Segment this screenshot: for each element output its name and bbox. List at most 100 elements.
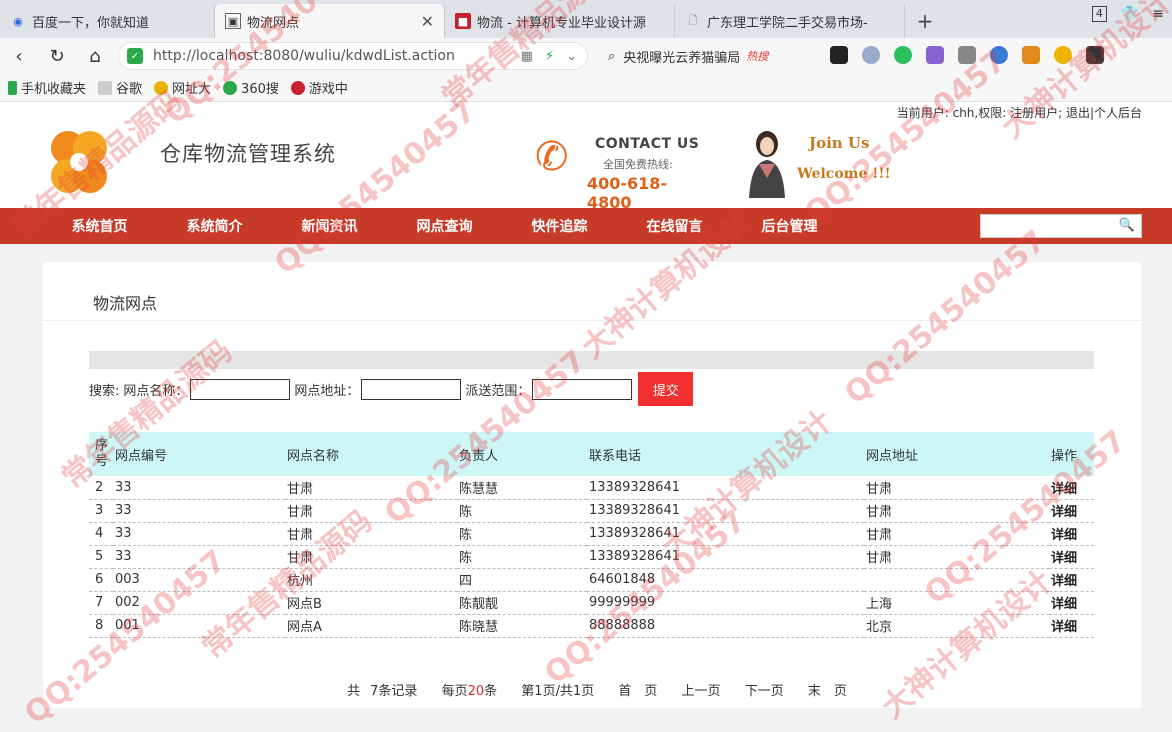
next-page-link[interactable]: 下一页: [745, 684, 784, 699]
search-box[interactable]: ⌕ 央视曝光云养猫骗局 热搜: [598, 42, 810, 70]
bookmark-game[interactable]: 游戏中: [290, 78, 348, 97]
cell-manager: 陈慧慧: [457, 476, 587, 500]
bookmark-label: 网址大: [172, 82, 212, 97]
qr-icon[interactable]: ▦: [521, 49, 533, 64]
game-icon[interactable]: [1022, 46, 1040, 64]
outlet-table: 序号 网点编号 网点名称 负责人 联系电话 网点地址 操作 2 33 甘肃 陈慧慧 13…: [89, 432, 1094, 638]
bookmark-google[interactable]: 谷歌: [98, 78, 142, 97]
join-us-banner: Join Us Welcome !!!: [745, 128, 895, 198]
detail-link[interactable]: 详细: [1051, 620, 1077, 635]
360-icon: [223, 80, 238, 95]
cell-manager: 陈: [457, 499, 587, 523]
search-icon[interactable]: 🔍: [1119, 218, 1135, 233]
bookmark-360[interactable]: 360搜: [223, 78, 279, 97]
bookmark-wangzhi[interactable]: 网址大: [154, 78, 211, 97]
first-page-link[interactable]: 首 页: [618, 684, 657, 699]
cell-phone: 88888888: [587, 614, 864, 638]
nav-admin[interactable]: 后台管理: [732, 216, 847, 236]
delivery-range-input[interactable]: [532, 378, 633, 400]
outlet-name-input[interactable]: [190, 378, 291, 400]
cell-phone: 13389328641: [587, 476, 864, 500]
cell-outlet-id: 002: [113, 591, 285, 615]
scissors-icon[interactable]: [958, 46, 976, 64]
prev-page-link[interactable]: 上一页: [682, 684, 721, 699]
back-icon[interactable]: ‹: [0, 38, 38, 74]
table-row: 6 003 杭州四 64601848 详细: [89, 568, 1094, 592]
search-icon[interactable]: [990, 46, 1008, 64]
cell-phone: 99999999: [587, 591, 864, 615]
detail-link[interactable]: 详细: [1051, 597, 1077, 612]
new-tab-button[interactable]: +: [905, 4, 945, 38]
cell-outlet-id: 33: [113, 522, 285, 546]
main-nav: 系统首页 系统简介 新闻资讯 网点查询 快件追踪 在线留言 后台管理 🔍: [0, 208, 1172, 244]
tab-baidu[interactable]: ◉ 百度一下，你就知道: [0, 4, 215, 38]
nav-outlet-query[interactable]: 网点查询: [387, 216, 502, 236]
col-action: 操作: [1049, 432, 1094, 476]
site-icon: ■: [455, 13, 471, 29]
phone-icon: ✆: [535, 134, 569, 180]
detail-link[interactable]: 详细: [1051, 528, 1077, 543]
home-icon[interactable]: ⌂: [76, 38, 114, 74]
grid-icon[interactable]: [1086, 46, 1104, 64]
extension-icon[interactable]: [830, 46, 848, 64]
game-icon: [290, 80, 305, 95]
shirt-icon[interactable]: 👕: [1121, 6, 1138, 22]
last-page-link[interactable]: 末 页: [808, 684, 847, 699]
tab-wuliu-wangdian[interactable]: ▣ 物流网点 ✕: [215, 4, 445, 38]
nav-home[interactable]: 系统首页: [42, 216, 157, 236]
coin-icon[interactable]: [1054, 46, 1072, 64]
nav-tracking[interactable]: 快件追踪: [502, 216, 617, 236]
nav-message[interactable]: 在线留言: [617, 216, 732, 236]
reload-icon[interactable]: ↻: [38, 38, 76, 74]
cell-action: 详细: [1049, 499, 1094, 523]
baidu-icon: ◉: [13, 14, 23, 28]
nav-intro[interactable]: 系统简介: [157, 216, 272, 236]
cell-outlet-name: 杭州: [285, 568, 457, 592]
phone-icon: [8, 80, 17, 95]
col-outlet-id: 网点编号: [113, 432, 285, 476]
contact-banner: ✆ CONTACT US 全国免费热线: 400-618-4800: [535, 134, 705, 212]
table-row: 3 33 甘肃陈 13389328641 甘肃 详细: [89, 499, 1094, 523]
address-bar[interactable]: ✓ http://localhost:8080/wuliu/kdwdList.a…: [118, 42, 588, 70]
close-icon[interactable]: ✕: [421, 12, 434, 31]
tab-count-badge[interactable]: 4: [1091, 6, 1107, 22]
detail-link[interactable]: 详细: [1051, 551, 1077, 566]
outlet-address-input[interactable]: [361, 378, 462, 400]
url-text[interactable]: http://localhost:8080/wuliu/kdwdList.act…: [153, 48, 455, 64]
translate-icon[interactable]: [926, 46, 944, 64]
submit-button[interactable]: 提交: [638, 372, 694, 406]
nav-news[interactable]: 新闻资讯: [272, 216, 387, 236]
tab-wuliu-source[interactable]: ■ 物流 - 计算机专业毕业设计源: [445, 4, 675, 38]
cell-outlet-name: 网点A: [285, 614, 457, 638]
hot-search-badge: 热搜: [746, 50, 769, 63]
address-toolbar: ‹ ↻ ⌂ ✓ http://localhost:8080/wuliu/kdwd…: [0, 38, 1172, 74]
col-phone: 联系电话: [587, 432, 864, 476]
wangzhi-icon: [154, 80, 169, 95]
extension-icon[interactable]: [894, 46, 912, 64]
tab-label: 广东理工学院二手交易市场-: [707, 15, 868, 31]
tab-guangdong[interactable]: 🗋 广东理工学院二手交易市场-: [675, 4, 905, 38]
nav-search-input[interactable]: 🔍: [980, 214, 1142, 238]
total-records: 共 7条记录: [337, 684, 417, 699]
detail-link[interactable]: 详细: [1051, 505, 1077, 520]
cell-action: 详细: [1049, 476, 1094, 500]
cell-action: 详细: [1049, 522, 1094, 546]
bolt-icon[interactable]: ⚡: [545, 49, 554, 64]
cell-phone: 13389328641: [587, 522, 864, 546]
cell-index: 5: [89, 545, 113, 569]
user-info[interactable]: 当前用户: chh,权限: 注册用户; 退出|个人后台: [897, 104, 1142, 121]
search-form: 搜索: 网点名称： 网点地址： 派送范围： 提交: [89, 372, 694, 406]
bookmarks-bar: 手机收藏夹 谷歌 网址大 360搜 游戏中: [0, 74, 1172, 102]
page-icon: ▣: [225, 13, 241, 29]
detail-link[interactable]: 详细: [1051, 482, 1077, 497]
bookmark-mobile[interactable]: 手机收藏夹: [8, 78, 86, 97]
menu-icon[interactable]: ≡: [1152, 6, 1164, 22]
detail-link[interactable]: 详细: [1051, 574, 1077, 589]
table-row: 7 002 网点B 陈靓靓 99999999 上海 详细: [89, 591, 1094, 615]
search-text: 央视曝光云养猫骗局: [623, 50, 741, 66]
cell-manager: 陈: [457, 522, 587, 546]
cell-outlet-name: 甘肃: [285, 522, 457, 546]
url-tools: ▦ ⚡ ⌄: [521, 49, 577, 64]
extension-icon[interactable]: [862, 46, 880, 64]
chevron-down-icon[interactable]: ⌄: [566, 49, 577, 64]
